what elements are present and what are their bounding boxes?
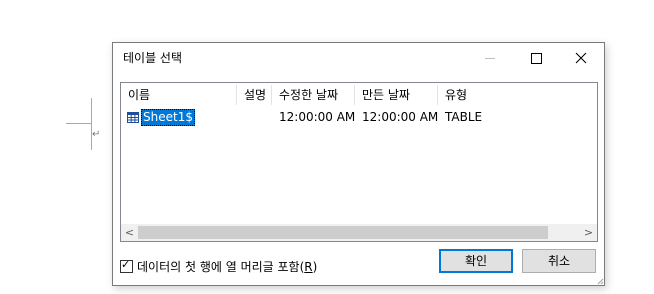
label-text-end: ) (312, 259, 318, 274)
margin-guide-horizontal (66, 123, 92, 124)
table-row[interactable]: Sheet1$ 12:00:00 AM 12:00:00 AM TABLE (121, 107, 597, 127)
close-icon (575, 52, 587, 64)
resize-grip-icon[interactable] (596, 277, 604, 285)
horizontal-scrollbar[interactable]: < > (121, 224, 597, 241)
dialog-titlebar[interactable]: 테이블 선택 (113, 43, 604, 73)
select-table-dialog: 테이블 선택 이름 설명 수정한 날짜 만든 날짜 유형 Sheet1$ 12:… (112, 42, 605, 286)
maximize-icon (530, 52, 542, 64)
table-list[interactable]: 이름 설명 수정한 날짜 만든 날짜 유형 Sheet1$ 12:00:00 A… (120, 82, 598, 242)
list-header: 이름 설명 수정한 날짜 만든 날짜 유형 (121, 83, 597, 107)
row-name-label: Sheet1$ (141, 108, 195, 126)
row-created-cell: 12:00:00 AM (362, 110, 439, 124)
column-header-modified[interactable]: 수정한 날짜 (272, 83, 354, 107)
dialog-title: 테이블 선택 (123, 51, 183, 65)
column-header-type[interactable]: 유형 (438, 83, 518, 107)
margin-guide-vertical (91, 98, 92, 150)
paragraph-mark: ↵ (92, 129, 101, 140)
first-row-headers-option[interactable]: ✓ 데이터의 첫 행에 열 머리글 포함(R) (120, 257, 317, 275)
row-type-cell: TABLE (445, 110, 483, 124)
scroll-right-button[interactable]: > (580, 224, 597, 241)
cancel-button[interactable]: 취소 (522, 249, 596, 273)
scroll-left-button[interactable]: < (121, 224, 138, 241)
row-name-cell[interactable]: Sheet1$ (127, 107, 195, 127)
checkmark-icon: ✓ (121, 257, 131, 271)
first-row-headers-label: 데이터의 첫 행에 열 머리글 포함(R) (137, 258, 317, 275)
minimize-button[interactable] (467, 43, 513, 73)
chevron-left-icon: < (124, 226, 135, 239)
maximize-button[interactable] (513, 43, 559, 73)
accelerator-key: R (304, 259, 313, 274)
first-row-headers-checkbox[interactable]: ✓ (120, 257, 133, 273)
row-modified-cell: 12:00:00 AM (279, 110, 356, 124)
scrollbar-thumb[interactable] (138, 226, 548, 239)
minimize-icon (485, 57, 495, 59)
column-header-created[interactable]: 만든 날짜 (355, 83, 437, 107)
column-header-description[interactable]: 설명 (237, 83, 271, 107)
ok-button[interactable]: 확인 (439, 249, 513, 273)
label-text: 데이터의 첫 행에 열 머리글 포함( (137, 259, 305, 274)
chevron-right-icon: > (583, 226, 594, 239)
column-header-name[interactable]: 이름 (121, 83, 236, 107)
close-button[interactable] (558, 43, 604, 73)
table-icon (127, 111, 139, 123)
